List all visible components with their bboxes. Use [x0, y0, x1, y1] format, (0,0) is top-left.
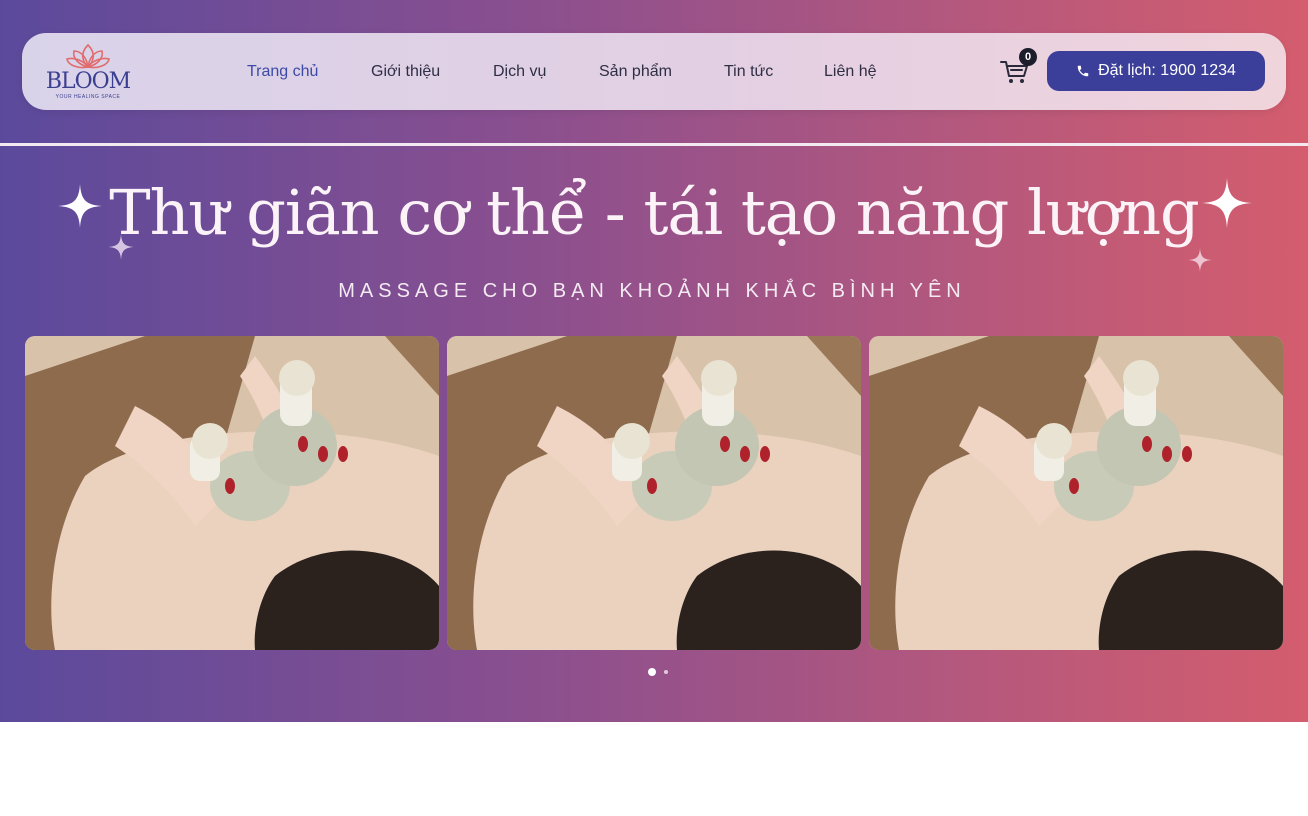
- brand-name: BLOOM: [45, 69, 131, 94]
- brand-tagline: YOUR HEALING SPACE: [55, 94, 121, 100]
- carousel-dot-active[interactable]: [648, 668, 656, 676]
- navbar: BLOOM YOUR HEALING SPACE Trang chủ Giới …: [22, 33, 1286, 110]
- massage-photo: [25, 336, 439, 650]
- hero-banner: Thư giãn cơ thể - tái tạo năng lượng MAS…: [0, 146, 1308, 722]
- lotus-icon: [66, 43, 110, 69]
- booking-label: Đặt lịch: 1900 1234: [1098, 62, 1236, 79]
- slide-photo-1[interactable]: [25, 336, 439, 650]
- booking-button[interactable]: Đặt lịch: 1900 1234: [1047, 51, 1265, 91]
- phone-icon: [1077, 65, 1089, 77]
- slide-photo-3[interactable]: [869, 336, 1283, 650]
- nav-item-dich-vu[interactable]: Dịch vụ: [493, 33, 546, 110]
- nav-item-lien-he[interactable]: Liên hệ: [824, 33, 877, 110]
- cart-count-badge: 0: [1019, 48, 1037, 66]
- nav-item-gioi-thieu[interactable]: Giới thiệu: [371, 33, 440, 110]
- hero-title: Thư giãn cơ thể - tái tạo năng lượng: [109, 176, 1199, 249]
- massage-photo: [869, 336, 1283, 650]
- massage-photo: [447, 336, 861, 650]
- hero-subtitle: MASSAGE CHO BẠN KHOẢNH KHẮC BÌNH YÊN: [338, 280, 966, 302]
- header-background: BLOOM YOUR HEALING SPACE Trang chủ Giới …: [0, 0, 1308, 143]
- slide-photo-2[interactable]: [447, 336, 861, 650]
- nav-item-san-pham[interactable]: Sản phẩm: [599, 33, 672, 110]
- nav-item-tin-tuc[interactable]: Tin tức: [724, 33, 773, 110]
- nav-item-trang-chu[interactable]: Trang chủ: [247, 33, 318, 110]
- carousel-dot[interactable]: [664, 670, 668, 674]
- logo[interactable]: BLOOM YOUR HEALING SPACE: [40, 39, 136, 103]
- carousel-dots: [648, 668, 668, 676]
- sparkle-small-icon: [1188, 248, 1212, 272]
